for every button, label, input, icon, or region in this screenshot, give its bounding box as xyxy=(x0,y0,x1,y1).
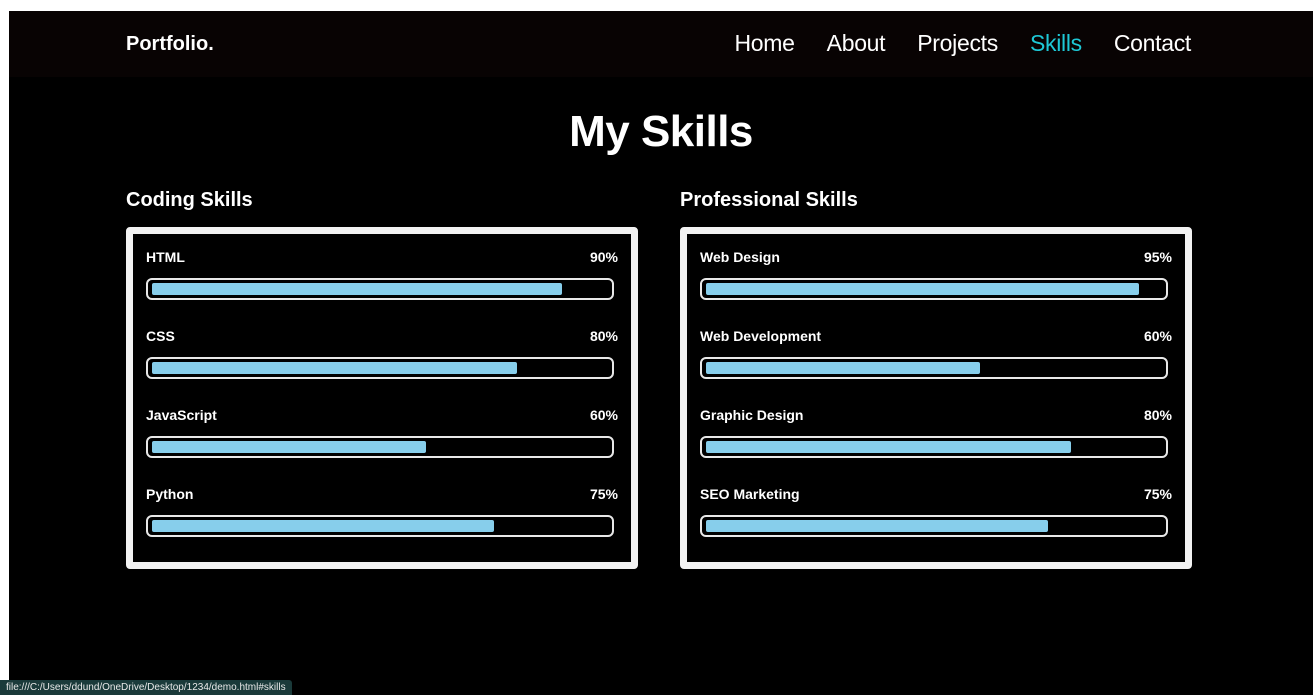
skill-bar xyxy=(700,357,1168,379)
professional-skills-box: Web Design 95% Web Development 60% Gra xyxy=(680,227,1192,569)
page: Portfolio. Home About Projects Skills Co… xyxy=(9,11,1313,695)
skill-graphic-design: Graphic Design 80% xyxy=(700,406,1172,458)
skill-percent: 60% xyxy=(590,406,618,424)
coding-skills-heading: Coding Skills xyxy=(126,187,638,213)
skill-python: Python 75% xyxy=(146,485,618,537)
nav-links: Home About Projects Skills Contact xyxy=(735,30,1192,57)
skill-name: CSS xyxy=(146,327,175,345)
skill-percent: 90% xyxy=(590,248,618,266)
coding-skills-section: Coding Skills HTML 90% CSS 80% xyxy=(126,187,638,213)
skill-name: Web Design xyxy=(700,248,780,266)
skill-bar-fill xyxy=(152,441,426,453)
skill-seo-marketing: SEO Marketing 75% xyxy=(700,485,1172,537)
skill-name: JavaScript xyxy=(146,406,217,424)
skill-percent: 60% xyxy=(1144,327,1172,345)
skill-html: HTML 90% xyxy=(146,248,618,300)
nav-link-home[interactable]: Home xyxy=(735,30,795,57)
skill-bar-fill xyxy=(706,362,980,374)
professional-skills-heading: Professional Skills xyxy=(680,187,1192,213)
skill-bar-fill xyxy=(706,520,1048,532)
skill-web-development: Web Development 60% xyxy=(700,327,1172,379)
skill-name: Graphic Design xyxy=(700,406,803,424)
nav-link-contact[interactable]: Contact xyxy=(1114,30,1191,57)
skill-bar-fill xyxy=(706,441,1071,453)
skill-bar xyxy=(700,436,1168,458)
skill-name: HTML xyxy=(146,248,185,266)
skill-name: SEO Marketing xyxy=(700,485,800,503)
skill-percent: 80% xyxy=(1144,406,1172,424)
skill-bar xyxy=(700,515,1168,537)
skill-name: Python xyxy=(146,485,193,503)
coding-skills-box: HTML 90% CSS 80% JavaScript xyxy=(126,227,638,569)
navbar: Portfolio. Home About Projects Skills Co… xyxy=(9,11,1313,77)
skill-css: CSS 80% xyxy=(146,327,618,379)
skill-percent: 80% xyxy=(590,327,618,345)
skill-bar xyxy=(146,357,614,379)
skill-bar xyxy=(146,515,614,537)
skill-bar-fill xyxy=(152,362,517,374)
skill-percent: 95% xyxy=(1144,248,1172,266)
skill-bar-fill xyxy=(152,520,494,532)
skill-name: Web Development xyxy=(700,327,821,345)
skill-bar-fill xyxy=(152,283,562,295)
nav-link-skills[interactable]: Skills xyxy=(1030,30,1082,57)
nav-link-about[interactable]: About xyxy=(827,30,886,57)
skill-web-design: Web Design 95% xyxy=(700,248,1172,300)
skill-bar xyxy=(700,278,1168,300)
logo[interactable]: Portfolio. xyxy=(126,33,214,56)
skill-bar-fill xyxy=(706,283,1139,295)
browser-status-bar: file:///C:/Users/ddund/OneDrive/Desktop/… xyxy=(0,680,292,695)
skill-bar xyxy=(146,278,614,300)
skill-percent: 75% xyxy=(590,485,618,503)
skill-bar xyxy=(146,436,614,458)
nav-link-projects[interactable]: Projects xyxy=(917,30,998,57)
page-title: My Skills xyxy=(9,107,1313,157)
professional-skills-section: Professional Skills Web Design 95% Web D… xyxy=(680,187,1192,213)
skill-javascript: JavaScript 60% xyxy=(146,406,618,458)
skill-percent: 75% xyxy=(1144,485,1172,503)
